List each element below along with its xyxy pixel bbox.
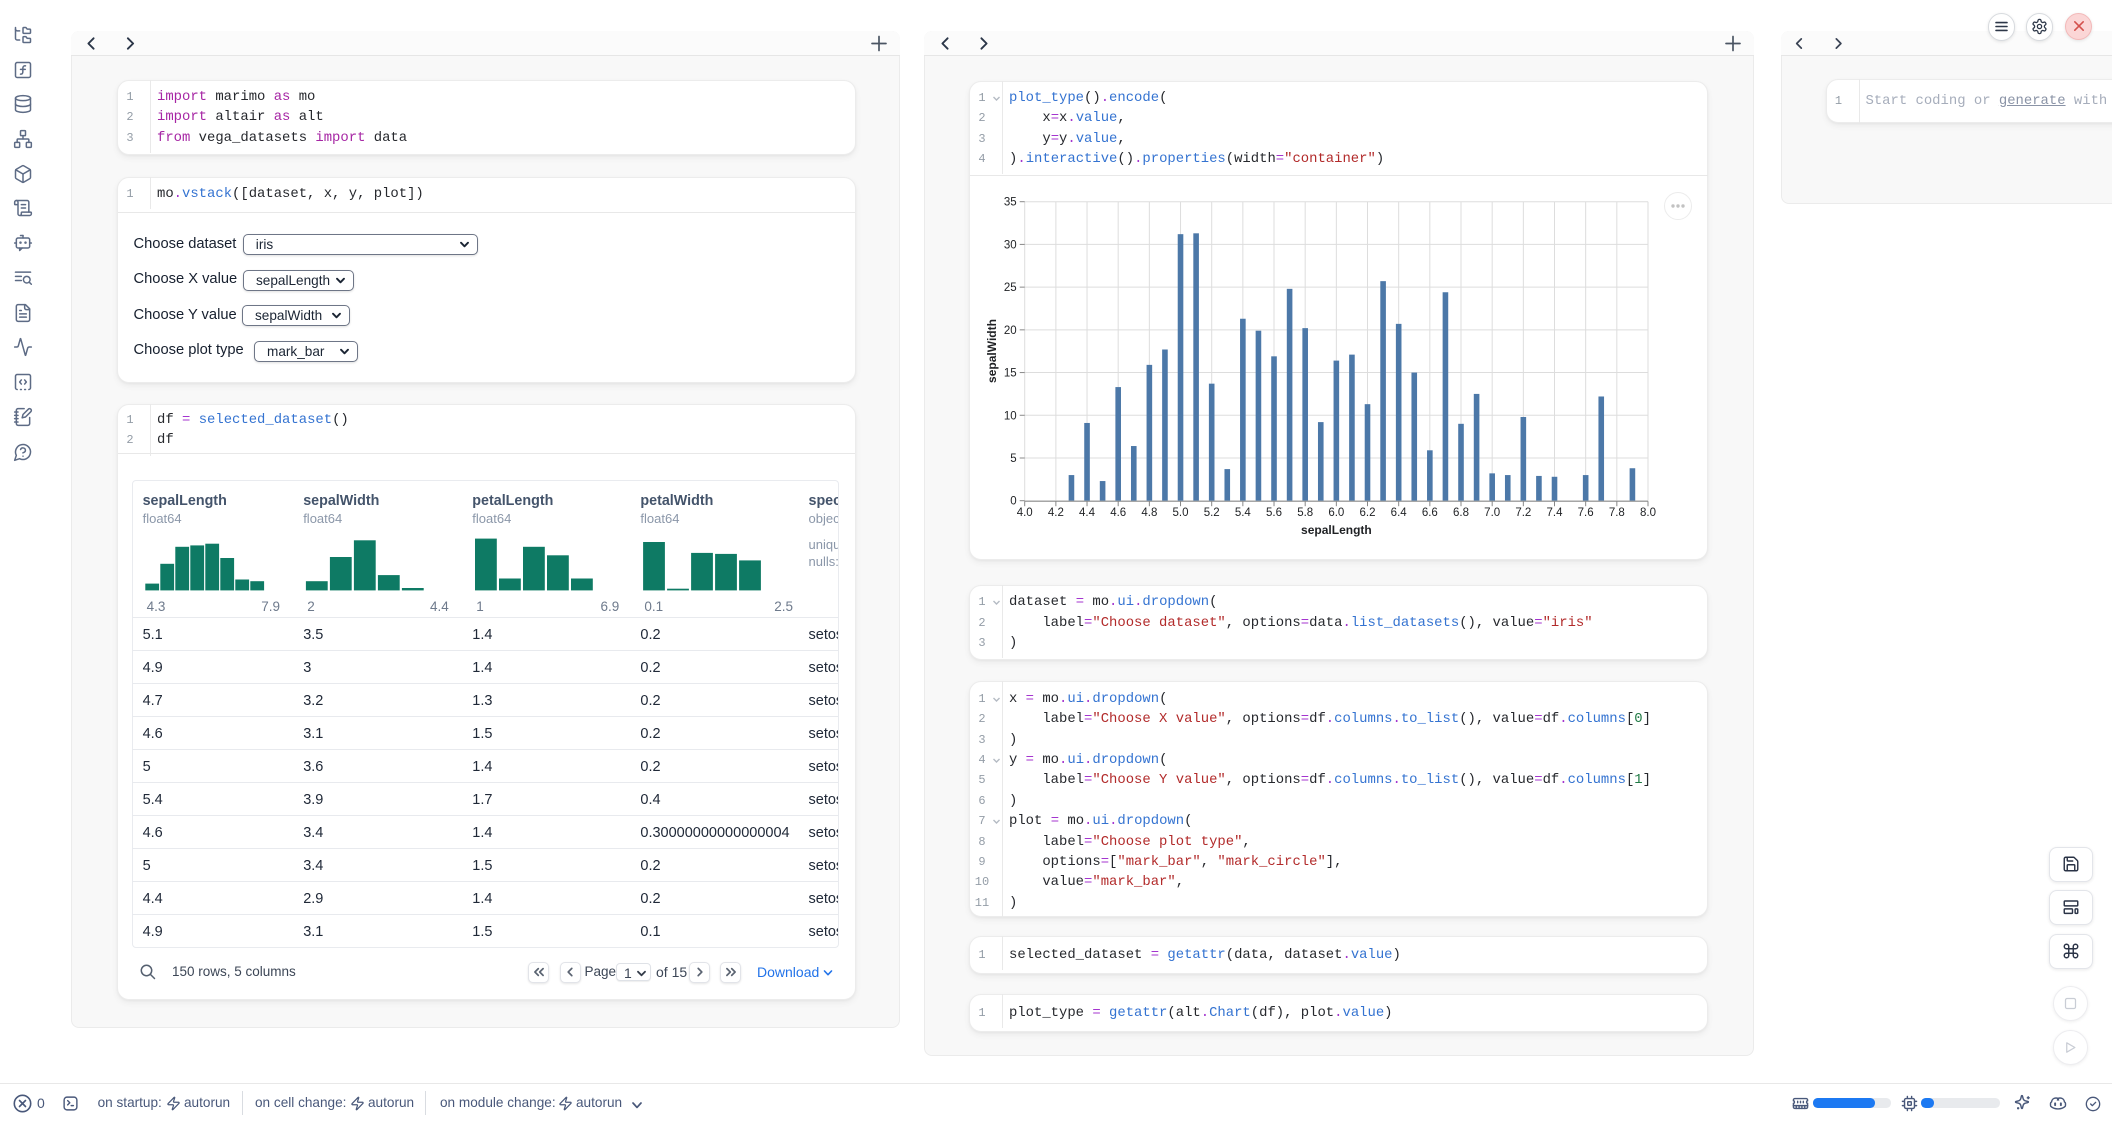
svg-text:35: 35 — [1004, 197, 1017, 209]
svg-text:4.6: 4.6 — [1110, 507, 1126, 519]
svg-text:5: 5 — [1010, 453, 1016, 465]
svg-text:5.8: 5.8 — [1297, 507, 1313, 519]
svg-text:6.4: 6.4 — [1391, 507, 1408, 519]
svg-text:5.6: 5.6 — [1266, 507, 1282, 519]
svg-text:6.0: 6.0 — [1328, 507, 1344, 519]
svg-text:6.2: 6.2 — [1360, 507, 1376, 519]
svg-text:sepalLength: sepalLength — [1301, 523, 1372, 537]
svg-text:4.4: 4.4 — [1079, 507, 1096, 519]
svg-text:5.0: 5.0 — [1173, 507, 1189, 519]
svg-text:7.0: 7.0 — [1484, 507, 1500, 519]
svg-text:7.8: 7.8 — [1609, 507, 1625, 519]
svg-text:25: 25 — [1004, 282, 1017, 294]
svg-text:20: 20 — [1004, 325, 1017, 337]
svg-text:10: 10 — [1004, 410, 1017, 422]
svg-text:7.6: 7.6 — [1578, 507, 1594, 519]
svg-text:4.0: 4.0 — [1017, 507, 1033, 519]
svg-text:8.0: 8.0 — [1640, 507, 1656, 519]
svg-text:6.6: 6.6 — [1422, 507, 1438, 519]
svg-text:4.8: 4.8 — [1141, 507, 1157, 519]
svg-text:0: 0 — [1010, 496, 1016, 508]
svg-text:7.4: 7.4 — [1547, 507, 1564, 519]
svg-text:sepalWidth: sepalWidth — [985, 319, 999, 383]
svg-text:5.2: 5.2 — [1204, 507, 1220, 519]
svg-text:6.8: 6.8 — [1453, 507, 1469, 519]
svg-text:4.2: 4.2 — [1048, 507, 1064, 519]
svg-text:15: 15 — [1004, 368, 1017, 380]
svg-text:30: 30 — [1004, 239, 1017, 251]
svg-text:5.4: 5.4 — [1235, 507, 1252, 519]
svg-text:7.2: 7.2 — [1515, 507, 1531, 519]
